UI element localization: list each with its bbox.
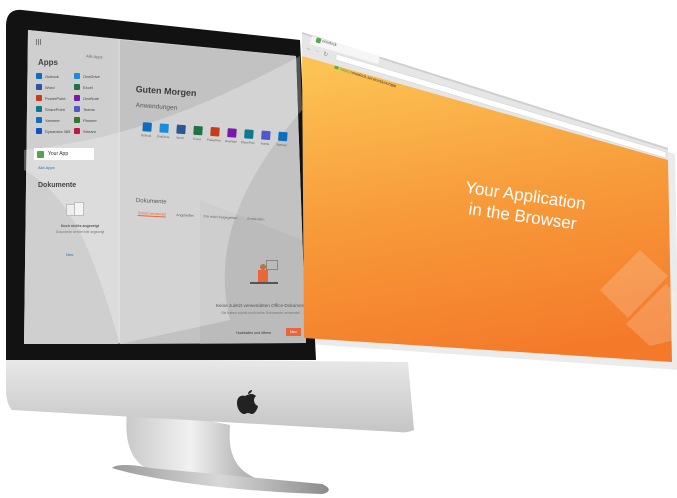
browser-window <box>302 32 677 370</box>
